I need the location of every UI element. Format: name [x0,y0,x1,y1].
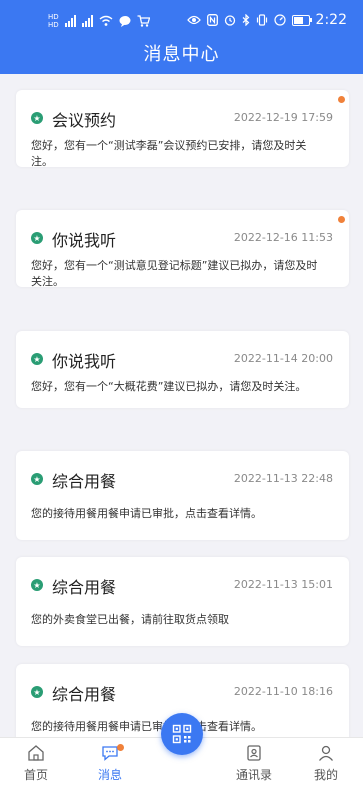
message-date: 2022-11-14 20:00 [233,352,333,365]
contacts-icon [247,745,261,761]
tab-messages[interactable]: 消息 [80,744,140,783]
tab-mine-label: 我的 [313,768,338,782]
cart-icon [137,15,150,27]
message-date: 2022-12-16 11:53 [233,231,333,244]
tab-home[interactable]: 首页 [6,744,66,783]
message-date: 2022-11-13 22:48 [233,472,333,485]
status-bar: HD HD 2:22 [0,10,363,32]
scan-qr-button[interactable] [161,713,203,755]
message-body: 您的外卖食堂已出餐，请前往取货点领取 [31,613,229,626]
battery-icon [291,14,312,26]
message-body: 您好，您有一个“大概花费”建议已拟办，请您及时关注。 [31,380,307,393]
status-time: 2:22 [315,12,347,28]
tab-contacts-label: 通讯录 [235,768,272,782]
tab-home-label: 首页 [23,768,48,782]
message-card[interactable]: ★ 综合用餐 2022-11-13 22:48 您的接待用餐用餐申请已审批，点击… [16,451,349,540]
nfc-icon [206,14,218,26]
top-bar: HD HD 2:22 消息中心 [0,0,363,74]
message-card[interactable]: ★ 你说我听 2022-12-16 11:53 您好，您有一个“测试意见登记标题… [16,210,349,288]
message-card[interactable]: ★ 会议预约 2022-12-19 17:59 您好，您有一个“测试李磊”会议预… [16,90,349,168]
eye-icon [186,15,201,25]
tab-contacts[interactable]: 通讯录 [224,744,284,783]
message-icon [119,16,131,27]
message-title: 综合用餐 [52,685,117,704]
speed-icon [273,14,286,26]
star-icon: ★ [31,686,43,698]
message-title: 综合用餐 [52,472,117,491]
bluetooth-icon [242,14,249,26]
alarm-icon [224,15,235,26]
home-icon [28,745,44,761]
message-title: 你说我听 [52,231,117,250]
user-icon [318,745,334,761]
message-title: 会议预约 [52,111,117,130]
message-badge [117,744,124,751]
qr-code-icon [172,724,192,744]
signal-icon [64,15,76,27]
message-title: 你说我听 [52,352,117,371]
message-body: 您好，您有一个“测试意见登记标题”建议已拟办，请您及时关注。 [31,259,318,288]
message-card[interactable]: ★ 你说我听 2022-11-14 20:00 您好，您有一个“大概花费”建议已… [16,331,349,408]
unread-dot [338,216,345,223]
unread-dot [338,96,345,103]
star-icon: ★ [31,112,43,124]
tab-mine[interactable]: 我的 [296,744,356,783]
message-title: 综合用餐 [52,578,117,597]
message-body: 您的接待用餐用餐申请已审批，点击查看详情。 [31,507,262,520]
hd-label: HD HD [48,13,59,29]
wifi-icon [99,15,113,26]
page-title: 消息中心 [143,44,220,65]
message-date: 2022-12-19 17:59 [233,111,333,124]
message-date: 2022-11-13 15:01 [233,578,333,591]
message-date: 2022-11-10 18:16 [233,685,333,698]
star-icon: ★ [31,473,43,485]
signal-icon [81,15,93,27]
star-icon: ★ [31,579,43,591]
tab-messages-label: 消息 [97,768,122,782]
message-card[interactable]: ★ 综合用餐 2022-11-13 15:01 您的外卖食堂已出餐，请前往取货点… [16,557,349,646]
vibrate-icon [256,14,267,26]
star-icon: ★ [31,232,43,244]
message-body: 您好，您有一个“测试李磊”会议预约已安排，请您及时关注。 [31,139,307,168]
star-icon: ★ [31,353,43,365]
